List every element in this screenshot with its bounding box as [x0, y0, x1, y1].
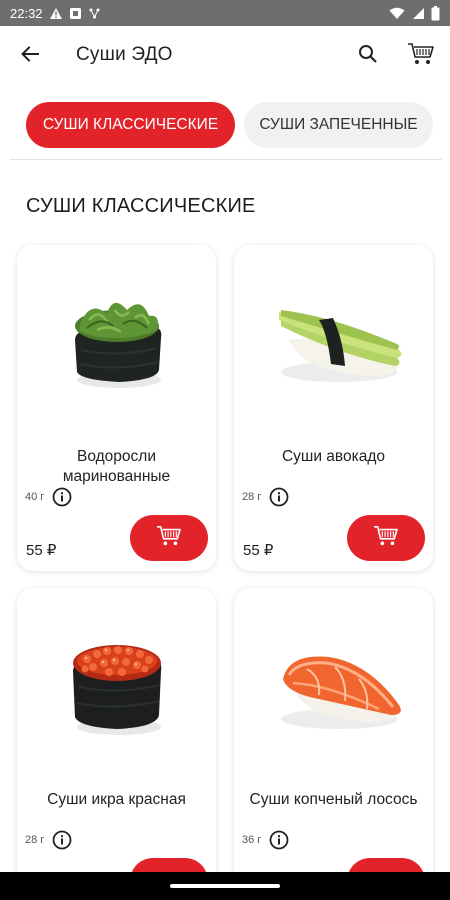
- status-bar: 22:32: [0, 0, 450, 26]
- product-price: 55 ₽: [243, 542, 274, 559]
- product-image-avocado: [234, 265, 433, 415]
- product-weight-row: 28 г: [242, 487, 289, 507]
- product-weight-row: 40 г: [25, 487, 72, 507]
- signal-icon: [411, 7, 425, 20]
- info-icon[interactable]: [269, 487, 289, 507]
- product-card[interactable]: Суши копченый лосось 36 г: [234, 588, 433, 900]
- app-bar: Суши ЭДО: [0, 26, 450, 84]
- product-weight-row: 28 г: [25, 830, 72, 850]
- product-card[interactable]: Суши авокадо 28 г 55 ₽: [234, 245, 433, 571]
- tabs-divider: [10, 159, 442, 160]
- info-icon[interactable]: [269, 830, 289, 850]
- product-weight: 28 г: [25, 834, 45, 846]
- product-image-red-caviar: [17, 608, 216, 758]
- product-name: Суши копченый лосось: [249, 791, 418, 808]
- tab-sushi-classic[interactable]: СУШИ КЛАССИЧЕСКИЕ: [26, 102, 235, 148]
- network-icon: [88, 7, 101, 20]
- info-icon[interactable]: [52, 487, 72, 507]
- battery-icon: [431, 5, 440, 21]
- cart-icon: [407, 42, 435, 71]
- add-to-cart-button[interactable]: [347, 515, 425, 561]
- product-card[interactable]: Водоросли маринованные 40 г 55 ₽: [17, 245, 216, 571]
- product-image-seaweed: [17, 265, 216, 415]
- product-name: Суши авокадо: [281, 448, 386, 465]
- status-time: 22:32: [10, 5, 43, 21]
- product-image-smoked-salmon: [234, 608, 433, 758]
- info-icon[interactable]: [52, 830, 72, 850]
- back-button[interactable]: [14, 40, 46, 72]
- system-nav-bar: [0, 872, 450, 900]
- cart-icon: [373, 525, 399, 552]
- category-tabs: СУШИ КЛАССИЧЕСКИЕ СУШИ ЗАПЕЧЕННЫЕ: [0, 100, 450, 152]
- cart-button[interactable]: [404, 40, 438, 72]
- page-title: Суши ЭДО: [76, 44, 173, 65]
- product-price: 55 ₽: [26, 542, 57, 559]
- product-name: Водоросли маринованные: [62, 448, 171, 485]
- home-gesture-handle[interactable]: [170, 884, 280, 888]
- warning-icon: [49, 7, 63, 20]
- product-weight: 36 г: [242, 834, 262, 846]
- cart-icon: [156, 525, 182, 552]
- media-icon: [69, 7, 82, 20]
- wifi-icon: [389, 7, 405, 20]
- back-arrow-icon: [20, 44, 40, 69]
- section-title: СУШИ КЛАССИЧЕСКИЕ: [26, 195, 256, 217]
- tab-sushi-baked[interactable]: СУШИ ЗАПЕЧЕННЫЕ: [244, 102, 433, 148]
- product-weight: 40 г: [25, 491, 45, 503]
- product-card[interactable]: Суши икра красная 28 г: [17, 588, 216, 900]
- search-button[interactable]: [352, 40, 384, 72]
- add-to-cart-button[interactable]: [130, 515, 208, 561]
- product-weight-row: 36 г: [242, 830, 289, 850]
- search-icon: [358, 44, 378, 69]
- product-name: Суши икра красная: [47, 791, 186, 808]
- product-weight: 28 г: [242, 491, 262, 503]
